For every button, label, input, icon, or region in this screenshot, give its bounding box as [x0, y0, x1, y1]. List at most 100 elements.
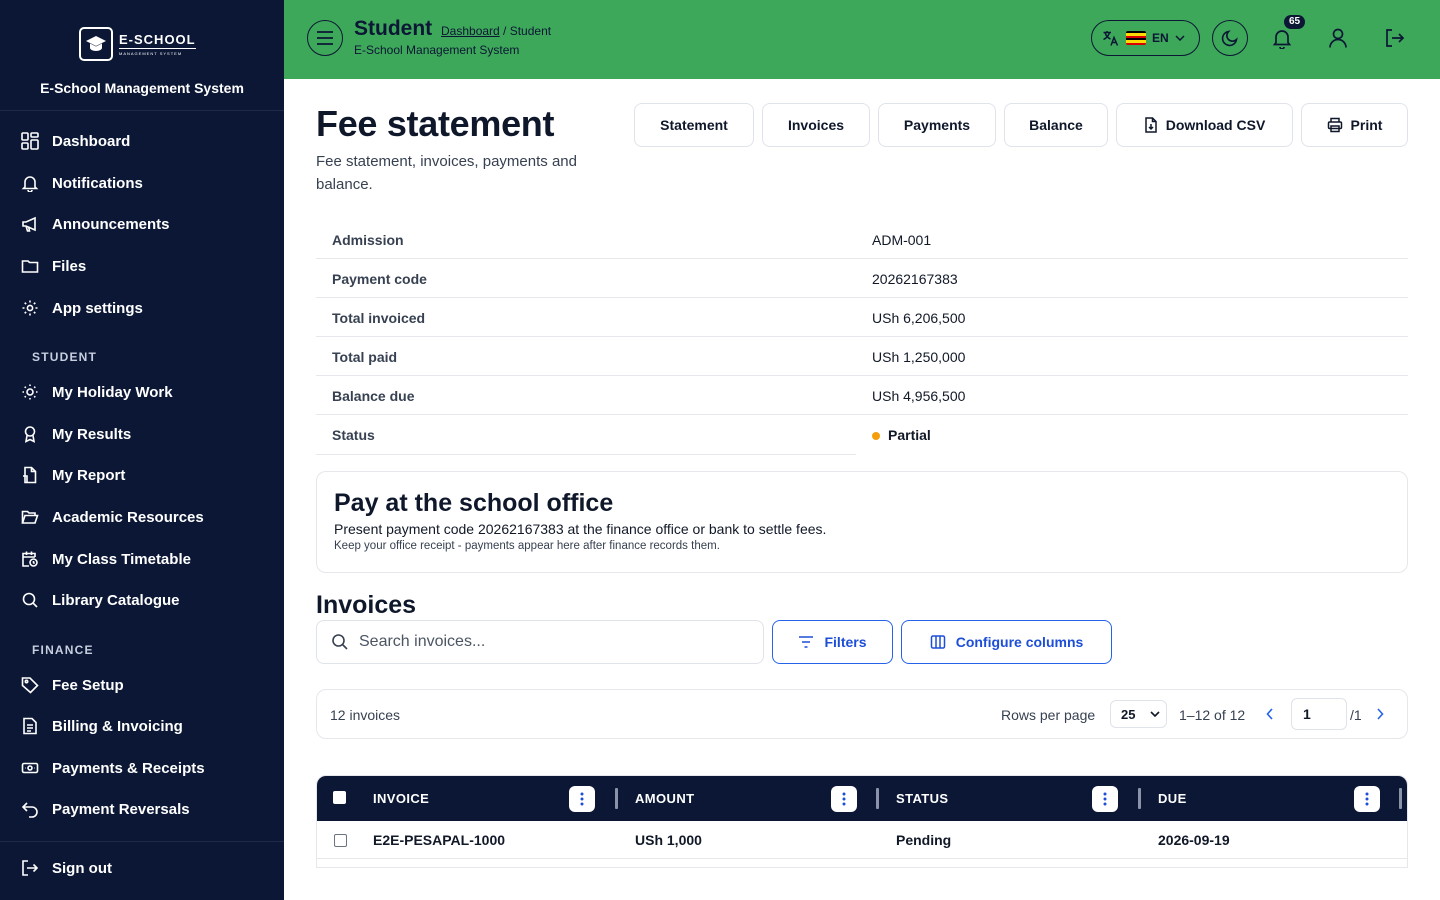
sidebar: E-SCHOOL MANAGEMENT SYSTEM E-School Mana…	[0, 0, 284, 900]
summary-key: Balance due	[332, 387, 415, 404]
page-total: /1	[1350, 707, 1362, 723]
summary-key: Admission	[332, 231, 404, 248]
sidebar-item-label: My Results	[52, 425, 132, 443]
system-name: E-School Management System	[40, 80, 244, 96]
sidebar-item-my-report[interactable]: My Report	[20, 461, 125, 489]
sidebar-item-academic-resources[interactable]: Academic Resources	[20, 503, 204, 531]
download-csv-button[interactable]: Download CSV	[1116, 103, 1293, 147]
sidebar-item-my-class-timetable[interactable]: My Class Timetable	[20, 545, 191, 573]
summary-row: Total paid USh 1,250,000	[316, 337, 1408, 376]
cell-amount: USh 1,000	[635, 832, 702, 848]
sidebar-item-files[interactable]: Files	[20, 252, 86, 280]
breadcrumb-link-dashboard[interactable]: Dashboard	[441, 24, 500, 38]
print-button[interactable]: Print	[1301, 103, 1408, 147]
sidebar-section-finance: FINANCE	[32, 643, 94, 657]
summary-key: Total paid	[332, 348, 398, 365]
sign-out-button[interactable]: Sign out	[20, 854, 112, 882]
sidebar-item-announcements[interactable]: Announcements	[20, 210, 170, 238]
kebab-icon	[580, 792, 584, 806]
summary-row: Status Partial	[316, 415, 1408, 454]
chevron-down-icon	[1175, 35, 1185, 41]
top-bar: Student Dashboard / Student E-School Man…	[284, 0, 1440, 79]
download-csv-label: Download CSV	[1165, 117, 1266, 133]
sidebar-item-app-settings[interactable]: App settings	[20, 294, 143, 322]
summary-key: Payment code	[332, 270, 427, 287]
column-header-due[interactable]: DUE	[1158, 791, 1187, 806]
next-page-button[interactable]	[1373, 706, 1387, 722]
row-checkbox[interactable]	[334, 834, 347, 847]
statement-button[interactable]: Statement	[634, 103, 754, 147]
page-number-input[interactable]: 1	[1291, 698, 1347, 730]
invoices-button[interactable]: Invoices	[762, 103, 870, 147]
filters-button[interactable]: Filters	[772, 620, 893, 664]
notification-count-badge: 65	[1284, 15, 1306, 29]
column-resize-handle[interactable]	[876, 788, 879, 809]
moon-icon	[1221, 30, 1238, 47]
column-header-amount[interactable]: AMOUNT	[635, 791, 694, 806]
header-subtitle: E-School Management System	[354, 43, 520, 57]
summary-value: USh 4,956,500	[872, 387, 966, 404]
search-input[interactable]	[359, 633, 739, 651]
search-icon	[20, 590, 40, 610]
column-resize-handle[interactable]	[1138, 788, 1141, 809]
select-all-checkbox[interactable]	[333, 791, 346, 804]
configure-columns-button[interactable]: Configure columns	[901, 620, 1112, 664]
column-resize-handle[interactable]	[1399, 788, 1402, 809]
sidebar-item-my-holiday-work[interactable]: My Holiday Work	[20, 378, 173, 406]
sidebar-item-library-catalogue[interactable]: Library Catalogue	[20, 586, 180, 614]
summary-key: Total invoiced	[332, 309, 426, 326]
sidebar-item-billing-invoicing[interactable]: Billing & Invoicing	[20, 712, 183, 740]
print-label: Print	[1350, 117, 1383, 133]
sidebar-item-dashboard[interactable]: Dashboard	[20, 127, 130, 155]
banknote-icon	[20, 758, 40, 778]
sidebar-item-label: Academic Resources	[52, 508, 204, 526]
profile-button[interactable]	[1324, 24, 1352, 52]
language-selector[interactable]: EN	[1091, 20, 1200, 56]
columns-icon	[930, 635, 945, 649]
rows-per-page-select[interactable]: 25	[1110, 700, 1167, 728]
filters-label: Filters	[824, 634, 867, 650]
file-download-icon	[1144, 117, 1157, 133]
cell-invoice: E2E-PESAPAL-1000	[373, 832, 506, 848]
column-menu-button[interactable]	[831, 786, 857, 812]
column-header-status[interactable]: STATUS	[896, 791, 948, 806]
sidebar-item-notifications[interactable]: Notifications	[20, 169, 143, 197]
sidebar-item-label: Library Catalogue	[52, 591, 180, 609]
column-resize-handle[interactable]	[615, 788, 618, 809]
sidebar-item-label: My Report	[52, 466, 126, 484]
notifications-button[interactable]: 65	[1268, 15, 1306, 52]
app-logo[interactable]: E-SCHOOL MANAGEMENT SYSTEM	[79, 27, 206, 61]
column-menu-button[interactable]	[569, 786, 595, 812]
logout-button[interactable]	[1380, 24, 1408, 52]
rows-per-page-value: 25	[1121, 706, 1136, 722]
summary-row: Balance due USh 4,956,500	[316, 376, 1408, 415]
sidebar-item-my-results[interactable]: My Results	[20, 420, 131, 448]
language-code: EN	[1152, 31, 1169, 45]
megaphone-icon	[20, 214, 40, 234]
pay-card-instruction: Present payment code 20262167383 at the …	[334, 521, 827, 537]
column-menu-button[interactable]	[1354, 786, 1380, 812]
previous-page-button[interactable]	[1263, 706, 1277, 722]
folder-open-icon	[20, 507, 40, 527]
invoice-icon	[20, 716, 40, 736]
payments-button[interactable]: Payments	[878, 103, 996, 147]
sidebar-item-payments-receipts[interactable]: Payments & Receipts	[20, 754, 205, 782]
sign-out-icon	[20, 858, 40, 878]
sidebar-item-payment-reversals[interactable]: Payment Reversals	[20, 795, 190, 823]
page-description: Fee statement, invoices, payments and ba…	[316, 153, 577, 193]
summary-row: Admission ADM-001	[316, 220, 1408, 259]
column-header-invoice[interactable]: INVOICE	[373, 791, 429, 806]
pagination-bar: 12 invoices Rows per page 25 1–12 of 12 …	[316, 689, 1408, 739]
table-row[interactable]: E2E-PESAPAL-1000 USh 1,000 Pending 2026-…	[317, 821, 1407, 859]
column-menu-button[interactable]	[1092, 786, 1118, 812]
logo-text: E-SCHOOL	[119, 32, 196, 49]
menu-toggle-button[interactable]	[307, 20, 343, 56]
sidebar-item-fee-setup[interactable]: Fee Setup	[20, 671, 124, 699]
dashboard-grid-icon	[20, 131, 40, 151]
theme-toggle-button[interactable]	[1212, 20, 1248, 56]
balance-button[interactable]: Balance	[1004, 103, 1108, 147]
summary-value: USh 1,250,000	[872, 348, 966, 365]
page-title: Fee statement	[316, 103, 555, 144]
invoice-search	[316, 620, 764, 664]
sidebar-item-label: App settings	[52, 299, 143, 317]
